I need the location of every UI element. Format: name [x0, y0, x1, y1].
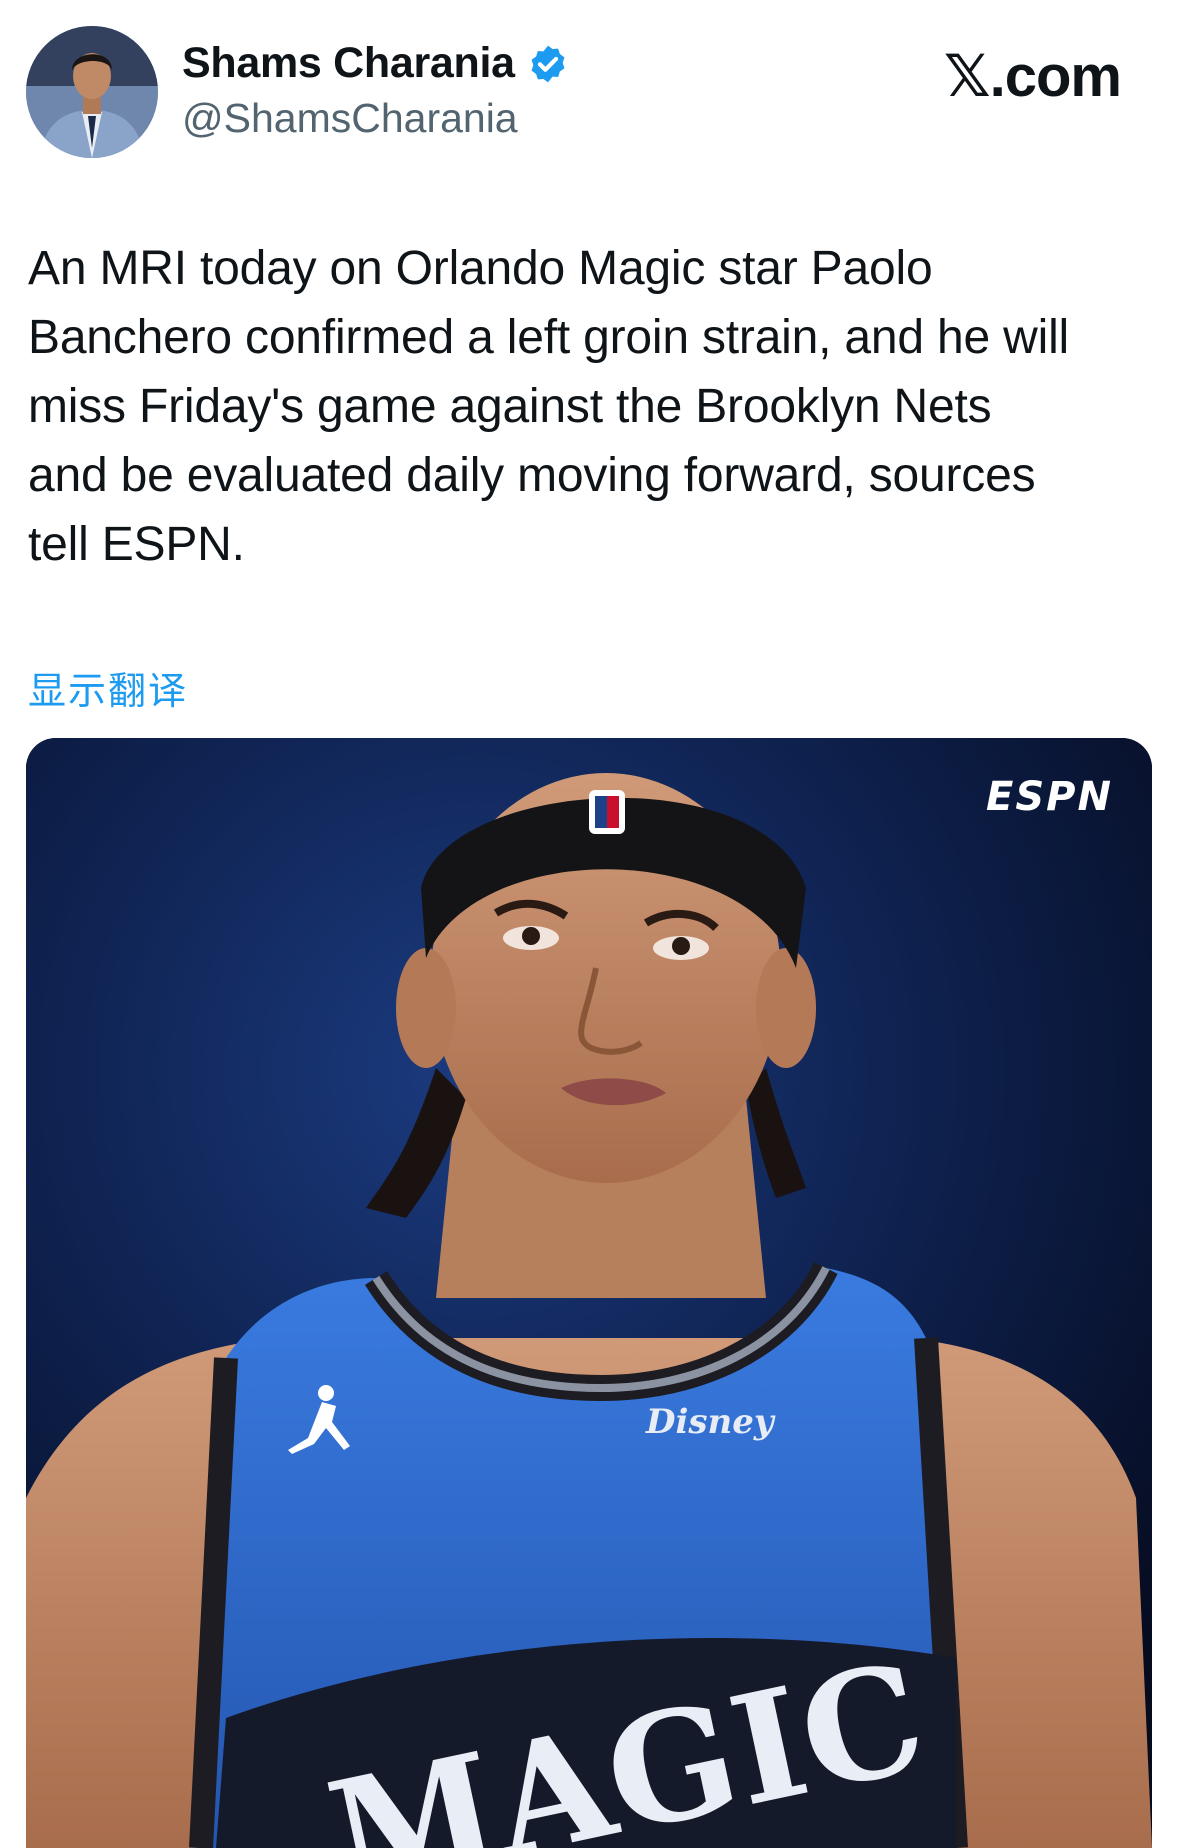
profile-photo-icon — [26, 26, 158, 158]
display-name[interactable]: Shams Charania — [182, 42, 515, 85]
espn-watermark: ESPN — [986, 774, 1113, 820]
tweet-media-image[interactable]: Disney MAGIC ESPN — [26, 738, 1152, 1848]
user-handle[interactable]: @ShamsCharania — [182, 98, 518, 139]
jersey-sponsor: Disney — [645, 1402, 776, 1442]
player-photo: Disney MAGIC ESPN — [26, 738, 1152, 1848]
verified-badge-icon — [531, 45, 565, 82]
translate-link[interactable]: 显示翻译 — [28, 660, 188, 715]
tweet-text: An MRI today on Orlando Magic star Paolo… — [28, 242, 1070, 571]
avatar[interactable] — [26, 26, 158, 158]
site-label: 𝕏.com — [943, 44, 1122, 109]
